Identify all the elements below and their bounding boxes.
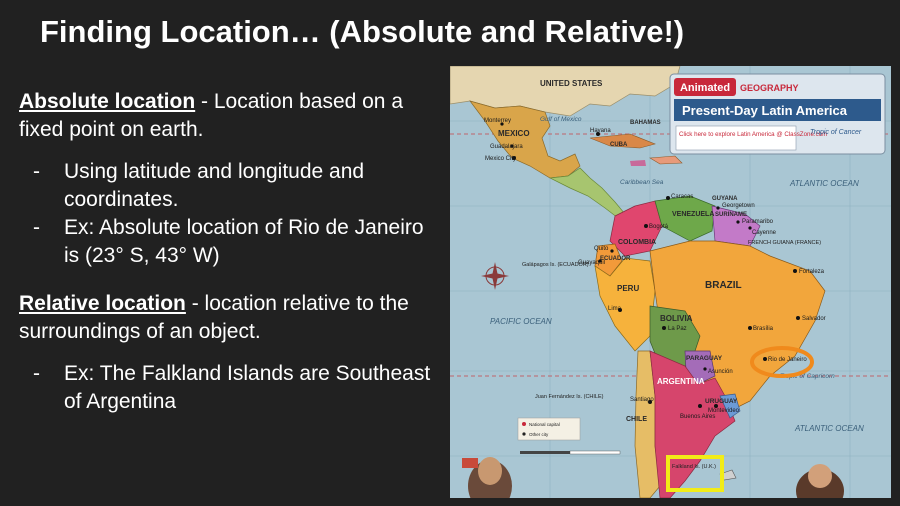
ocean-label: ATLANTIC OCEAN [789, 179, 859, 188]
territory-label: Falkland Is. (U.K.) [672, 464, 716, 470]
country-label: BOLIVIA [660, 314, 693, 323]
city-label: Santiago [630, 397, 654, 403]
country-label: COLOMBIA [618, 239, 656, 246]
city-label: Caracas [671, 194, 693, 200]
city-label: Lima [608, 306, 622, 312]
legend-item: National capital [529, 422, 560, 427]
country-label: UNITED STATES [540, 79, 603, 88]
gulf-label: Gulf of Mexico [540, 116, 582, 123]
city-label: Bogotá [649, 224, 669, 230]
country-label: GUYANA [712, 196, 738, 202]
city-label: Havana [590, 128, 611, 134]
country-label: URUGUAY [705, 398, 738, 405]
country-label: CHILE [626, 416, 647, 423]
city-label: Mexico City [485, 156, 516, 162]
city-label: Georgetown [722, 203, 755, 209]
country-label: SURINAME [715, 212, 747, 218]
slide-content: Absolute location - Location based on a … [19, 88, 444, 416]
bullet-item: Using latitude and longitude and coordin… [19, 158, 444, 214]
territory-label: Juan Fernández Is. (CHILE) [535, 394, 604, 400]
city-label: Salvador [802, 316, 826, 322]
map-brand-sub: GEOGRAPHY [740, 83, 799, 93]
click-here-text: Click here to explore Latin America @ Cl… [679, 131, 827, 138]
legend-item: Other city [529, 432, 549, 437]
country-label: CUBA [610, 142, 628, 148]
country-label: PARAGUAY [686, 355, 723, 362]
relative-definition: Relative location - location relative to… [19, 290, 444, 346]
bullet-item: Ex: Absolute location of Rio de Janeiro … [19, 214, 444, 270]
slide-title: Finding Location… (Absolute and Relative… [40, 14, 685, 49]
relative-bullets: Ex: The Falkland Islands are Southeast o… [19, 360, 444, 416]
city-label: Cayenne [752, 230, 777, 236]
city-label: Guadalajara [490, 144, 523, 150]
absolute-bullets: Using latitude and longitude and coordin… [19, 158, 444, 270]
city-label: Paramaribo [742, 219, 774, 225]
map-svg: Animated GEOGRAPHY Present-Day Latin Ame… [450, 66, 891, 498]
city-label: Monterrey [484, 118, 511, 124]
absolute-definition: Absolute location - Location based on a … [19, 88, 444, 144]
bullet-item: Ex: The Falkland Islands are Southeast o… [19, 360, 444, 416]
city-label: Fortaleza [799, 269, 825, 275]
tropic-cancer-label: Tropic of Cancer [810, 129, 862, 136]
click-here-link[interactable] [675, 125, 797, 151]
city-label: La Paz [668, 326, 687, 332]
absolute-term: Absolute location [19, 90, 196, 113]
territory-label: FRENCH GUIANA (FRANCE) [748, 240, 821, 246]
caribbean-label: Caribbean Sea [620, 179, 664, 186]
country-label: BAHAMAS [630, 120, 661, 126]
city-label: Montevideo [708, 408, 740, 414]
country-label: MEXICO [498, 129, 530, 138]
country-label: ARGENTINA [657, 377, 705, 386]
latin-america-map: Animated GEOGRAPHY Present-Day Latin Ame… [450, 66, 891, 498]
city-label: Buenos Aires [680, 414, 715, 420]
map-heading: Present-Day Latin America [682, 103, 848, 118]
country-label: PERU [617, 284, 639, 293]
country-label: BRAZIL [705, 280, 742, 291]
map-brand: Animated [680, 82, 730, 94]
country-label: VENEZUELA [672, 211, 714, 218]
relative-term: Relative location [19, 292, 186, 315]
ocean-label: ATLANTIC OCEAN [794, 424, 864, 433]
ocean-label: PACIFIC OCEAN [490, 317, 552, 326]
city-label: Brasília [753, 326, 774, 332]
city-label: Rio de Janeiro [768, 357, 807, 363]
city-label: Asunción [708, 369, 733, 375]
map-header: Animated GEOGRAPHY Present-Day Latin Ame… [669, 73, 886, 155]
city-label: Quito [594, 246, 609, 252]
territory-label: Galápagos Is. (ECUADOR) [522, 262, 589, 268]
